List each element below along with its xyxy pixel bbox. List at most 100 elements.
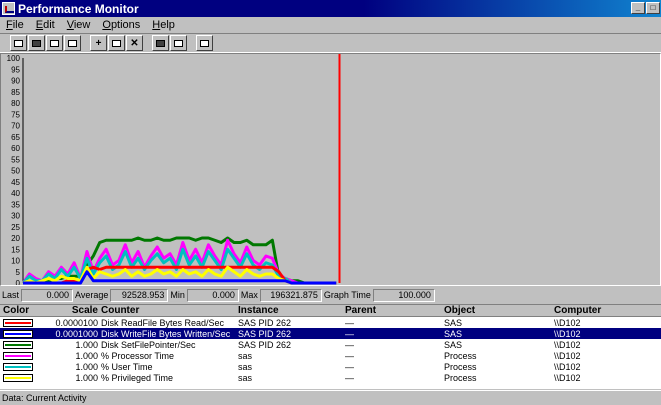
y-tick-label: 40 [11, 189, 20, 198]
color-swatch-box [3, 362, 33, 371]
last-label: Last [2, 290, 20, 300]
perfmon-app-icon[interactable] [2, 2, 15, 15]
object-cell: SAS [444, 339, 463, 350]
color-swatch-box [3, 329, 33, 338]
object-cell: Process [444, 361, 477, 372]
parent-cell: — [345, 339, 354, 350]
legend-row[interactable]: 1.000% Processor Time sas — Process \\D102 [0, 350, 661, 361]
window-controls: _ □ [630, 2, 660, 14]
edit-icon [112, 39, 121, 47]
last-value: 0.000 [21, 288, 74, 302]
chart-icon [14, 39, 23, 47]
color-swatch-box [3, 351, 33, 360]
parent-cell: — [345, 328, 354, 339]
stats-bar: Last 0.000 Average 92528.953 Min 0.000 M… [0, 287, 661, 303]
y-tick-label: 5 [16, 268, 21, 277]
y-tick-label: 85 [11, 88, 20, 97]
y-tick-label: 15 [11, 245, 20, 254]
legend-header: Color Scale Counter Instance Parent Obje… [0, 305, 661, 317]
min-label: Min [170, 290, 185, 300]
y-tick-label: 80 [11, 99, 20, 108]
counter-cell: Disk WriteFile Bytes Written/Sec [101, 328, 231, 339]
report-view-button[interactable] [64, 35, 81, 51]
delete-icon: ✕ [130, 37, 139, 49]
computer-cell: \\D102 [554, 328, 581, 339]
color-swatch [0, 340, 54, 349]
counter-cell: Disk SetFilePointer/Sec [101, 339, 196, 350]
col-parent: Parent [345, 305, 377, 316]
menu-options[interactable]: Options [96, 19, 146, 31]
object-cell: SAS [444, 328, 463, 339]
y-tick-label: 75 [11, 110, 20, 119]
object-cell: Process [444, 372, 477, 383]
edit-counter-button[interactable] [108, 35, 125, 51]
log-view-button[interactable] [46, 35, 63, 51]
counter-legend: Color Scale Counter Instance Parent Obje… [0, 304, 661, 389]
y-tick-label: 0 [16, 279, 21, 285]
y-tick-label: 90 [11, 77, 20, 86]
scale-cell: 1.000 [75, 361, 98, 372]
update-now-button[interactable] [152, 35, 169, 51]
computer-cell: \\D102 [554, 372, 581, 383]
parent-cell: — [345, 361, 354, 372]
status-text: Data: Current Activity [2, 393, 87, 403]
counter-cell: % User Time [101, 361, 153, 372]
instance-cell: sas [238, 361, 253, 372]
chart-view-button[interactable] [10, 35, 27, 51]
legend-row[interactable]: 1.000% User Time sas — Process \\D102 [0, 361, 661, 372]
computer-cell: \\D102 [554, 339, 581, 350]
parent-cell: — [345, 317, 354, 328]
bookmark-button[interactable] [170, 35, 187, 51]
y-tick-label: 55 [11, 155, 20, 164]
graph-time-label: Graph Time [323, 290, 371, 300]
instance-cell: SAS PID 262 [238, 328, 292, 339]
menu-edit[interactable]: Edit [30, 19, 61, 31]
alert-view-button[interactable] [28, 35, 45, 51]
minimize-icon[interactable]: _ [631, 2, 645, 14]
col-object: Object [444, 305, 476, 316]
average-value: 92528.953 [110, 288, 169, 302]
plus-icon: + [95, 37, 102, 49]
color-swatch [0, 318, 54, 327]
maximize-icon[interactable]: □ [646, 2, 660, 14]
delete-counter-button[interactable]: ✕ [126, 35, 143, 51]
color-swatch-box [3, 340, 33, 349]
options-icon [200, 39, 209, 47]
window-title: Performance Monitor [18, 1, 139, 16]
graph-time-value: 100.000 [372, 288, 435, 302]
status-bar: Data: Current Activity [0, 390, 661, 405]
menu-view[interactable]: View [61, 19, 97, 31]
legend-row[interactable]: 0.0000100 Disk ReadFile Bytes Read/Sec SAS… [0, 317, 661, 328]
color-swatch-box [3, 318, 33, 327]
scale-cell: 1.000 [75, 372, 98, 383]
menu-file[interactable]: File [0, 19, 30, 31]
y-tick-label: 65 [11, 133, 20, 142]
log-icon [50, 39, 59, 47]
legend-row[interactable]: 1.000 Disk SetFilePointer/Sec SAS PID 262 —… [0, 339, 661, 350]
scale-cell: 0.0001000 [55, 328, 98, 339]
col-counter: Counter [101, 305, 140, 316]
y-tick-label: 70 [11, 122, 20, 131]
bookmark-icon [174, 39, 183, 47]
legend-row[interactable]: 1.000% Privileged Time sas — Process \\D102 [0, 372, 661, 383]
add-counter-button[interactable]: + [90, 35, 107, 51]
performance-chart: 1009590858075706560555045403530252015105… [7, 54, 341, 285]
col-color: Color [3, 305, 30, 316]
y-tick-label: 50 [11, 167, 20, 176]
menu-help[interactable]: Help [146, 19, 181, 31]
parent-cell: — [345, 350, 354, 361]
y-tick-label: 60 [11, 144, 20, 153]
chart-area[interactable]: 100 95 90 85 80 75 70 65 60 55 50 45 40 35 30 25 20 15 10 5… [0, 53, 661, 286]
computer-cell: \\D102 [554, 317, 581, 328]
instance-cell: SAS PID 262 [238, 317, 292, 328]
color-swatch [0, 362, 54, 371]
min-value: 0.000 [186, 288, 239, 302]
y-tick-label: 35 [11, 200, 20, 209]
scale-cell: 1.000 [75, 339, 98, 350]
col-computer: Computer [554, 305, 602, 316]
y-tick-label: 100 [7, 54, 21, 63]
color-swatch [0, 329, 54, 338]
object-cell: Process [444, 350, 477, 361]
legend-row[interactable]: 0.0001000 Disk WriteFile Bytes Written/Se… [0, 328, 661, 339]
options-button[interactable] [196, 35, 213, 51]
